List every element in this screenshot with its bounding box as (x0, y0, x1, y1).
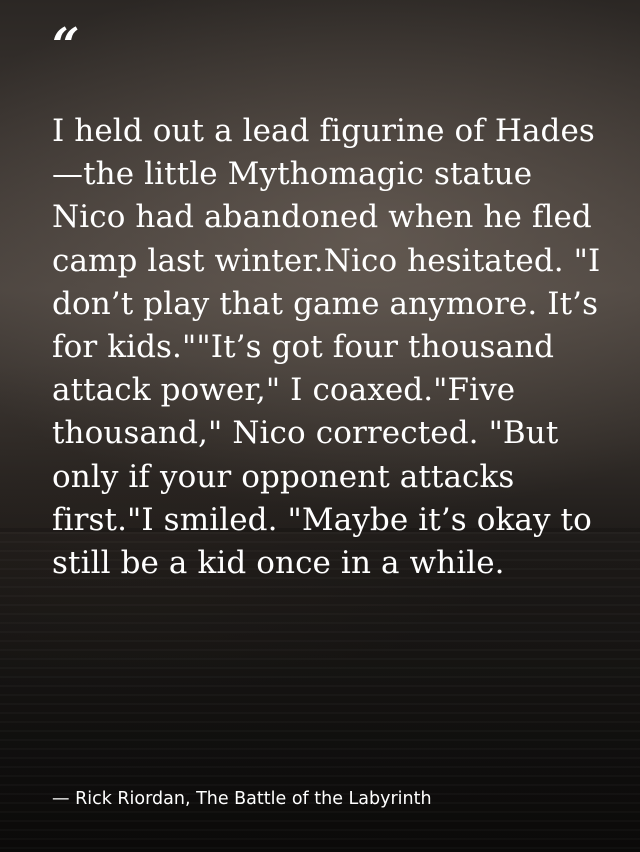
quote-text: I held out a lead figurine of Hades—the … (52, 113, 601, 582)
quote-card: “ I held out a lead figurine of Hades—th… (0, 0, 640, 852)
quote-attribution: — Rick Riordan, The Battle of the Labyri… (52, 789, 432, 809)
quote-mark-icon: “ (52, 18, 80, 74)
